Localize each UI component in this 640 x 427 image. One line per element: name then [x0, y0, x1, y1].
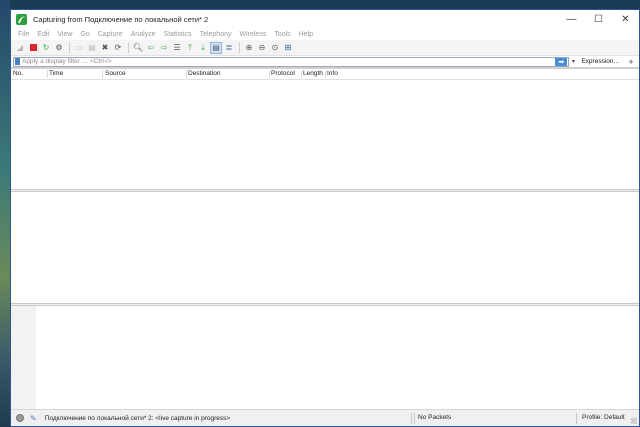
packets-count-text: No Packets — [418, 414, 452, 421]
column-header-no[interactable]: No. — [13, 70, 23, 77]
find-packet-icon[interactable]: 🔍︎ — [132, 42, 144, 54]
add-filter-button[interactable]: + — [626, 57, 636, 67]
column-divider — [325, 70, 326, 78]
go-forward-icon[interactable]: ⇨ — [158, 42, 170, 54]
window-controls: — ☐ ✕ — [558, 10, 639, 28]
restart-capture-icon[interactable]: ↻ — [40, 42, 52, 54]
menu-edit[interactable]: Edit — [33, 31, 53, 38]
menu-analyze[interactable]: Analyze — [127, 31, 160, 38]
menu-telephony[interactable]: Telephony — [196, 31, 236, 38]
toolbar-separator — [69, 42, 70, 53]
title-bar: Capturing from Подключение по локальной … — [11, 10, 639, 28]
column-divider — [47, 70, 48, 78]
filter-placeholder: Apply a display filter … <Ctrl-/> — [22, 58, 112, 65]
menu-tools[interactable]: Tools — [270, 31, 294, 38]
expression-button[interactable]: Expression… — [577, 58, 626, 65]
column-header-time[interactable]: Time — [49, 70, 63, 77]
column-header-length[interactable]: Length — [303, 70, 323, 77]
go-last-packet-icon[interactable]: ⤓ — [197, 42, 209, 54]
filter-history-dropdown-icon[interactable]: ▾ — [569, 58, 577, 65]
packet-list-header: No. Time Source Destination Protocol Len… — [11, 69, 639, 80]
close-file-icon[interactable]: ✖ — [99, 42, 111, 54]
autoscroll-icon[interactable]: ▤ — [210, 41, 222, 54]
apply-filter-arrow-icon[interactable]: ➡ — [555, 57, 568, 66]
profile-selector[interactable]: Profile: Default — [582, 414, 625, 421]
stop-capture-icon[interactable] — [27, 42, 39, 54]
display-filter-input[interactable]: Apply a display filter … <Ctrl-/> ➡ — [13, 56, 570, 67]
status-divider — [414, 413, 415, 424]
save-file-icon[interactable]: ▤ — [86, 42, 98, 54]
colorize-icon[interactable]: ≣ — [223, 42, 235, 54]
bytes-offset-gutter — [11, 306, 36, 410]
minimize-button[interactable]: — — [558, 10, 585, 28]
capture-comment-icon[interactable]: ✎ — [30, 414, 37, 423]
open-file-icon[interactable]: ▭ — [73, 42, 85, 54]
menu-help[interactable]: Help — [295, 31, 317, 38]
expert-info-indicator-icon[interactable] — [16, 414, 24, 422]
packet-details-pane[interactable] — [11, 192, 639, 303]
column-header-source[interactable]: Source — [105, 70, 126, 77]
status-divider — [411, 413, 412, 424]
column-divider — [269, 70, 270, 78]
column-header-destination[interactable]: Destination — [188, 70, 221, 77]
menu-go[interactable]: Go — [76, 31, 93, 38]
display-filter-bar: Apply a display filter … <Ctrl-/> ➡ ▾ Ex… — [11, 56, 639, 68]
column-divider — [102, 70, 103, 78]
go-back-icon[interactable]: ⇦ — [145, 42, 157, 54]
capture-status-text: Подключение по локальной сети* 2: <live … — [44, 414, 231, 422]
column-divider — [186, 70, 187, 78]
packet-list-pane[interactable]: No. Time Source Destination Protocol Len… — [11, 68, 639, 189]
status-divider — [576, 413, 577, 424]
menu-view[interactable]: View — [53, 31, 76, 38]
menu-file[interactable]: File — [14, 31, 33, 38]
start-capture-icon[interactable]: ◢ — [14, 42, 26, 54]
resize-grip-icon[interactable] — [631, 418, 637, 424]
packet-bytes-pane[interactable] — [11, 306, 639, 410]
go-first-packet-icon[interactable]: ⤒ — [184, 42, 196, 54]
toolbar-separator — [239, 42, 240, 53]
resize-columns-icon[interactable]: ⊞ — [282, 42, 294, 54]
desktop-background-left — [0, 0, 10, 427]
filter-bookmark-icon[interactable] — [15, 58, 20, 65]
zoom-in-icon[interactable]: ⊕ — [243, 42, 255, 54]
wireshark-window: Capturing from Подключение по локальной … — [10, 9, 640, 427]
column-header-protocol[interactable]: Protocol — [271, 70, 295, 77]
reload-file-icon[interactable]: ⟳ — [112, 42, 124, 54]
menu-capture[interactable]: Capture — [94, 31, 127, 38]
menu-statistics[interactable]: Statistics — [160, 31, 196, 38]
menu-wireless[interactable]: Wireless — [235, 31, 270, 38]
status-bar: ✎ Подключение по локальной сети* 2: <liv… — [11, 409, 639, 426]
main-toolbar: ◢ ↻ ⚙ ▭ ▤ ✖ ⟳ 🔍︎ ⇦ ⇨ ☰ ⤒ ⤓ ▤ ≣ ⊕ ⊖ ⊙ ⊞ — [11, 40, 639, 56]
toolbar-separator — [128, 42, 129, 53]
wireshark-fin-icon — [16, 13, 27, 25]
window-title: Capturing from Подключение по локальной … — [33, 14, 209, 24]
zoom-out-icon[interactable]: ⊖ — [256, 42, 268, 54]
close-button[interactable]: ✕ — [612, 10, 639, 28]
menu-bar: File Edit View Go Capture Analyze Statis… — [11, 28, 639, 40]
go-to-packet-icon[interactable]: ☰ — [171, 42, 183, 54]
capture-options-icon[interactable]: ⚙ — [53, 42, 65, 54]
maximize-button[interactable]: ☐ — [585, 10, 612, 28]
zoom-normal-icon[interactable]: ⊙ — [269, 42, 281, 54]
column-divider — [301, 70, 302, 78]
column-header-info[interactable]: Info — [327, 70, 338, 77]
